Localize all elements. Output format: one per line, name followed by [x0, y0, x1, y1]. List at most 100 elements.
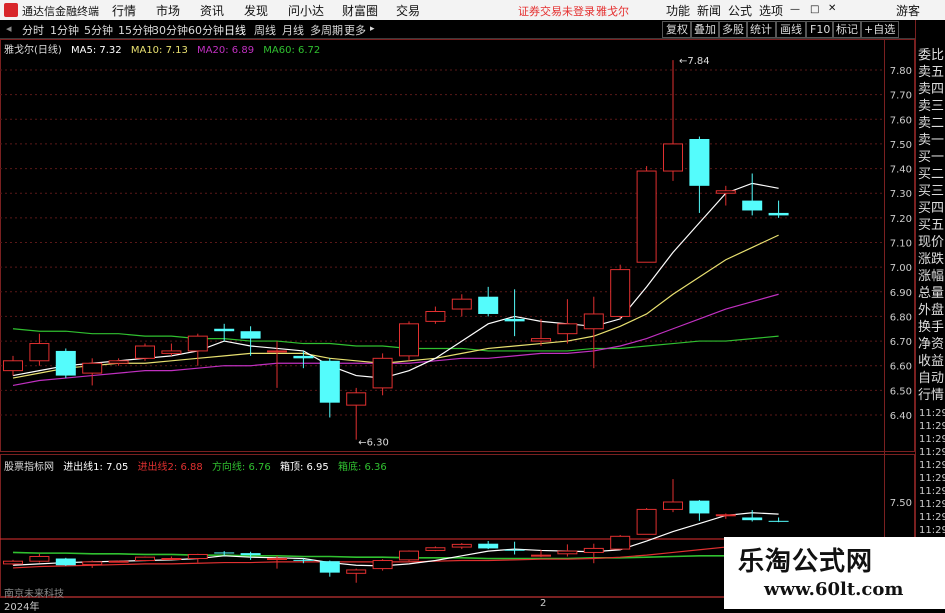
- main-candle-up: [372, 357, 393, 389]
- panel-label: 行情: [918, 388, 945, 403]
- main-candle-up: [135, 345, 155, 359]
- y-tick-label: 7.50: [890, 140, 912, 151]
- panel-label: 买二: [918, 167, 945, 182]
- sub-candle-up: [557, 550, 578, 555]
- panel-label: 买三: [918, 184, 945, 199]
- sub-candle-down: [504, 549, 525, 551]
- sub-candle-down: [319, 561, 340, 573]
- sub-candle-up: [161, 558, 182, 561]
- y-tick-label: 7.30: [890, 189, 912, 200]
- main-candle-up: [3, 360, 23, 372]
- panel-label: 委比: [918, 48, 945, 63]
- sub-candle-down: [240, 553, 261, 556]
- main-candle-up: [531, 338, 551, 342]
- tick-time: 11:29: [919, 486, 945, 497]
- panel-label: 总量: [918, 286, 945, 301]
- watermark-title: 乐淘公式网: [738, 547, 874, 577]
- tick-time: 11:29: [919, 421, 945, 432]
- main-candle-down: [504, 318, 525, 322]
- y-tick-label: 6.60: [890, 362, 912, 373]
- main-candle-up: [108, 360, 129, 364]
- year-label: 2024年: [4, 602, 40, 613]
- quote-side-panel: 委比 卖五 卖四 卖三 卖二 卖一 买一 买二 买三 买四 买五 现价 涨跌 涨幅 总量 外盘 换手 净资 收益 自动…: [915, 20, 945, 609]
- panel-label: 涨幅: [918, 269, 945, 284]
- main-candle-up: [161, 350, 182, 354]
- sub-candle-up: [531, 554, 551, 557]
- tick-time: 11:29: [919, 512, 945, 523]
- panel-label: 外盘: [918, 303, 945, 318]
- sub-candle-down: [293, 559, 314, 561]
- main-candle-down: [768, 212, 789, 216]
- main-candle-down: [478, 296, 499, 314]
- sub-candle-up: [3, 560, 23, 565]
- y-tick-label: 7.10: [890, 239, 912, 250]
- main-candle-up: [557, 323, 578, 335]
- sub-candle-up: [346, 569, 367, 574]
- y-tick-label: 6.80: [890, 312, 912, 323]
- main-candle-up: [425, 311, 446, 322]
- main-candle-up: [187, 335, 208, 352]
- y-tick-label: 7.40: [890, 165, 912, 176]
- main-candle-up: [610, 269, 631, 317]
- watermark: 乐淘公式网 www.60lt.com: [724, 537, 945, 609]
- high-price-label: ←7.84: [679, 56, 710, 67]
- sub-candle-up: [135, 556, 155, 562]
- tick-time: 11:29: [919, 408, 945, 419]
- y-tick-label: 7.70: [890, 91, 912, 102]
- main-candle-down: [55, 350, 76, 376]
- jinchu2-line: [12, 542, 779, 569]
- panel-label: 卖二: [918, 116, 945, 131]
- panel-label: 净资: [918, 337, 945, 352]
- tick-time: 11:29: [919, 473, 945, 484]
- sub-candle-up: [108, 560, 129, 563]
- y-tick-label: 6.90: [890, 288, 912, 299]
- sub-candle-down: [689, 500, 710, 514]
- tick-time: 11:29: [919, 447, 945, 458]
- panel-label: 涨跌: [918, 252, 945, 267]
- tick-time: 11:29: [919, 460, 945, 471]
- sub-candle-up: [399, 550, 419, 561]
- main-candle-up: [29, 343, 50, 362]
- panel-label: 现价: [918, 235, 945, 250]
- sub-candle-down: [55, 558, 76, 566]
- y-tick-label: 7.20: [890, 214, 912, 225]
- sub-candle-up: [583, 547, 604, 553]
- main-candle-up: [399, 323, 419, 357]
- panel-label: 卖四: [918, 82, 945, 97]
- sub-candle-up: [715, 514, 736, 517]
- panel-label: 买一: [918, 150, 945, 165]
- main-candle-up: [715, 190, 736, 194]
- kline-chart[interactable]: 7.80 7.70 7.60 7.50 7.40 7.30 7.20 7.10 7.00 6.90…: [0, 0, 915, 609]
- main-candle-up: [267, 350, 287, 353]
- sub-candle-up: [187, 553, 208, 560]
- y-tick-label: 7.80: [890, 66, 912, 77]
- main-candle-up: [663, 143, 683, 172]
- ma5-line: [12, 182, 779, 379]
- y-tick-label: 6.70: [890, 337, 912, 348]
- main-candle-down: [742, 200, 763, 211]
- y-tick-label: 6.40: [890, 411, 912, 422]
- panel-label: 换手: [918, 320, 945, 335]
- panel-label: 收益: [918, 354, 945, 369]
- sub-candle-up: [663, 501, 683, 510]
- main-panel-frame: [0, 39, 915, 452]
- panel-label: 卖三: [918, 99, 945, 114]
- main-candle-down: [319, 360, 340, 403]
- low-price-label: ←6.30: [358, 438, 389, 449]
- sub-candle-down: [768, 520, 789, 522]
- panel-label: 买四: [918, 201, 945, 216]
- main-candle-up: [346, 392, 367, 406]
- main-candle-up: [82, 362, 103, 374]
- ma10-line: [12, 234, 779, 379]
- sub-candle-up: [267, 558, 287, 561]
- panel-label: 卖五: [918, 65, 945, 80]
- sub-candle-down: [478, 543, 499, 549]
- month-label: 2: [540, 598, 547, 609]
- panel-label: 买五: [918, 218, 945, 233]
- ma20-line: [12, 293, 779, 387]
- watermark-url: www.60lt.com: [764, 579, 904, 600]
- sub-candle-up: [82, 561, 103, 566]
- sub-candle-up: [425, 547, 446, 551]
- sub-candle-up: [451, 543, 472, 548]
- sub-y-tick-label: 7.50: [890, 498, 912, 509]
